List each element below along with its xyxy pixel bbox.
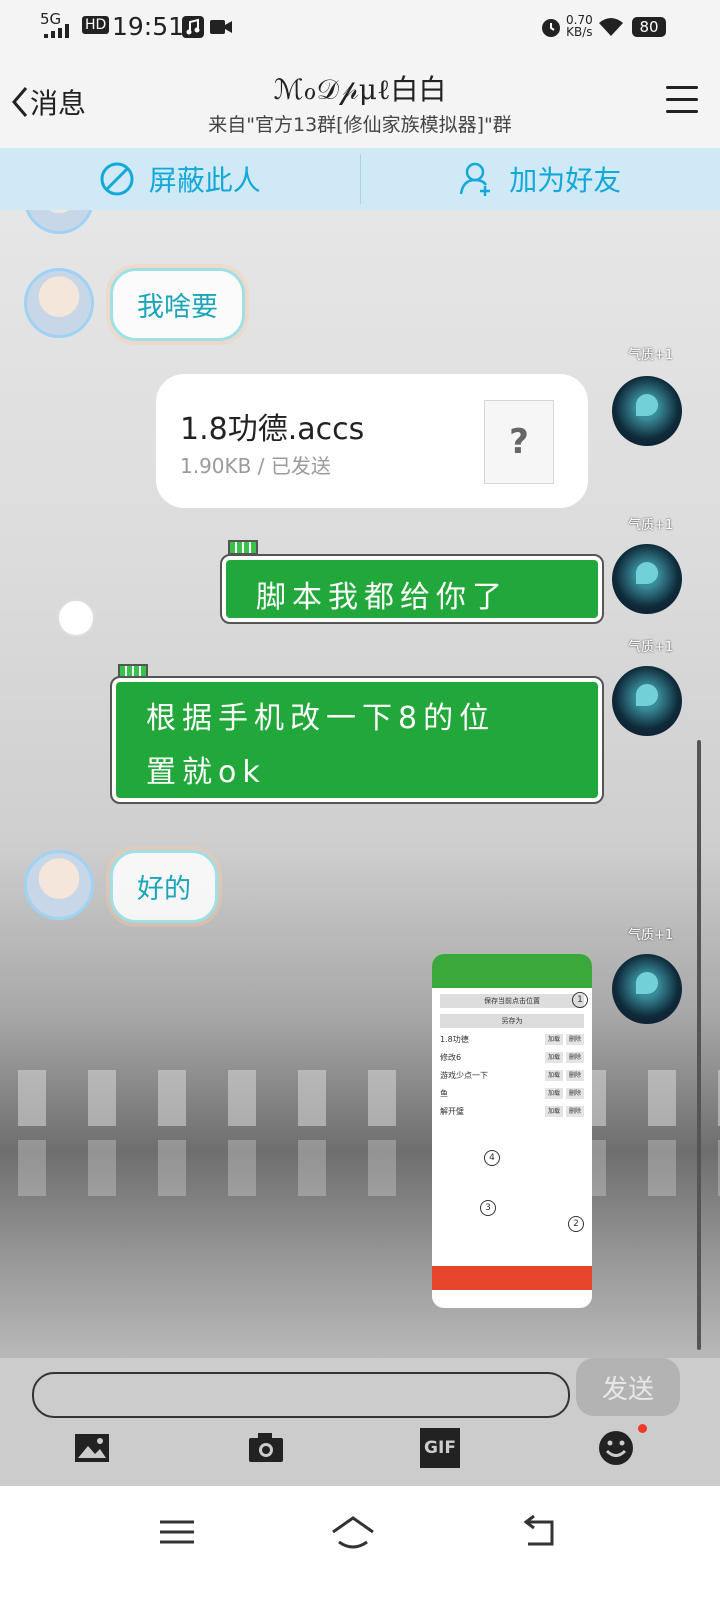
background-railing bbox=[0, 1140, 720, 1196]
thumb-row-delete: 删除 bbox=[566, 1033, 584, 1045]
back-nav-icon[interactable] bbox=[516, 1512, 562, 1552]
file-type-icon: ? bbox=[484, 400, 554, 484]
my-avatar[interactable] bbox=[612, 666, 682, 736]
battery-decoration-icon bbox=[228, 540, 258, 555]
badge-text: 气质+1 bbox=[628, 518, 674, 533]
message-text-line: 根据手机改一下8的位 bbox=[146, 701, 496, 736]
thumb-target-marker: 3 bbox=[480, 1200, 496, 1216]
thumb-row-load: 加载 bbox=[545, 1033, 563, 1045]
thumb-row-name: 鱼 bbox=[440, 1088, 448, 1098]
hd-badge: HD bbox=[82, 16, 110, 34]
message-bubble[interactable]: 好的 bbox=[110, 850, 218, 923]
sender-avatar[interactable] bbox=[24, 268, 94, 338]
send-button[interactable]: 发送 bbox=[576, 1358, 680, 1416]
alarm-icon bbox=[542, 19, 560, 37]
thumb-row-name: 解开璧 bbox=[440, 1106, 464, 1116]
message-input[interactable] bbox=[32, 1372, 570, 1418]
badge-text: 气质+1 bbox=[628, 928, 674, 943]
clock: 19:51 bbox=[112, 12, 185, 41]
image-message[interactable]: 保存当前点击位置 另存为 1.8功德 加载 删除 修改6 加载 删除 游戏少点一下 加载删… bbox=[432, 954, 592, 1308]
thumb-footer-banner bbox=[432, 1266, 592, 1290]
message-bubble[interactable]: 根据手机改一下8的位 置就ok bbox=[110, 676, 604, 804]
my-avatar[interactable] bbox=[612, 376, 682, 446]
message-text: 脚本我都给你了 bbox=[256, 580, 508, 615]
recents-icon[interactable] bbox=[154, 1512, 200, 1552]
thumb-script-row: 游戏少点一下 加载 删除 bbox=[440, 1068, 584, 1082]
message-bubble[interactable]: 我啥要 bbox=[110, 268, 245, 341]
chat-header: 消息 ℳℴ𝒟𝓅μℓ白白 来自"官方13群[修仙家族模拟器]"群 bbox=[0, 56, 720, 148]
my-avatar[interactable] bbox=[612, 954, 682, 1024]
badge-text: 气质+1 bbox=[628, 348, 674, 363]
thumb-row-delete: 删除 bbox=[566, 1105, 584, 1117]
thumb-row-name: 1.8功德 bbox=[440, 1034, 469, 1044]
thumb-target-marker: 4 bbox=[484, 1150, 500, 1166]
add-friend-label: 加为好友 bbox=[509, 164, 622, 197]
thumb-row-delete: 删除 bbox=[566, 1087, 584, 1099]
system-navigation-bar bbox=[0, 1486, 720, 1600]
net-speed-unit: KB/s bbox=[566, 25, 593, 39]
status-bar: 5G HD 19:51 0.70 KB/s 80 bbox=[0, 0, 720, 56]
thumb-row-name: 修改6 bbox=[440, 1052, 462, 1062]
add-person-icon bbox=[459, 162, 491, 196]
message-bubble[interactable]: 脚本我都给你了 bbox=[220, 554, 604, 624]
thumb-script-row: 修改6 加载 删除 bbox=[440, 1050, 584, 1064]
thumb-save-position-button: 保存当前点击位置 bbox=[440, 994, 584, 1008]
file-name: 1.8功德.accs bbox=[180, 412, 365, 447]
chat-scrollbar[interactable] bbox=[697, 740, 701, 1350]
my-avatar[interactable] bbox=[612, 544, 682, 614]
message-text: 好的 bbox=[137, 874, 191, 905]
thumb-target-marker: 2 bbox=[568, 1216, 584, 1232]
camera-icon[interactable] bbox=[246, 1428, 286, 1468]
thumb-row-load: 加载 bbox=[545, 1087, 563, 1099]
thumb-row-name: 游戏少点一下 bbox=[440, 1070, 488, 1080]
block-icon bbox=[100, 162, 134, 196]
sender-avatar[interactable] bbox=[24, 210, 94, 234]
gif-icon[interactable]: GIF bbox=[420, 1428, 460, 1468]
badge-text: 气质+1 bbox=[628, 640, 674, 655]
wifi-icon bbox=[599, 18, 623, 36]
chat-title[interactable]: ℳℴ𝒟𝓅μℓ白白 bbox=[0, 68, 720, 108]
add-friend-button[interactable]: 加为好友 bbox=[361, 148, 720, 210]
thumb-row-load: 加载 bbox=[545, 1069, 563, 1081]
floating-assistive-ball[interactable] bbox=[57, 599, 95, 637]
file-message[interactable]: 1.8功德.accs 1.90KB / 已发送 ? bbox=[156, 374, 588, 508]
thumb-save-as-button: 另存为 bbox=[440, 1014, 584, 1028]
battery-indicator: 80 bbox=[632, 17, 666, 37]
battery-decoration-icon bbox=[118, 664, 148, 679]
emoji-icon[interactable] bbox=[596, 1428, 636, 1468]
video-icon bbox=[210, 20, 232, 34]
home-icon[interactable] bbox=[330, 1512, 376, 1552]
chat-subtitle: 来自"官方13群[修仙家族模拟器]"群 bbox=[208, 114, 512, 136]
sender-avatar[interactable] bbox=[24, 850, 94, 920]
menu-button[interactable] bbox=[666, 86, 698, 114]
thumb-script-row: 1.8功德 加载 删除 bbox=[440, 1032, 584, 1046]
block-user-button[interactable]: 屏蔽此人 bbox=[0, 148, 360, 210]
stranger-action-bar: 屏蔽此人 加为好友 bbox=[0, 148, 720, 211]
thumb-script-row: 解开璧 加载 删除 bbox=[440, 1104, 584, 1118]
image-icon[interactable] bbox=[72, 1428, 112, 1468]
notification-dot bbox=[638, 1424, 647, 1433]
thumb-row-delete: 删除 bbox=[566, 1051, 584, 1063]
thumb-script-row: 鱼 加载 删除 bbox=[440, 1086, 584, 1100]
music-icon bbox=[182, 16, 204, 38]
thumb-target-marker: 1 bbox=[572, 992, 588, 1008]
file-meta: 1.90KB / 已发送 bbox=[180, 454, 331, 478]
signal-icon bbox=[44, 24, 69, 38]
thumb-row-load: 加载 bbox=[545, 1105, 563, 1117]
background-railing bbox=[0, 1070, 720, 1126]
thumb-row-delete: 删除 bbox=[566, 1069, 584, 1081]
input-bar: 发送 GIF bbox=[0, 1358, 720, 1486]
message-text-line: 置就ok bbox=[146, 755, 266, 790]
thumbnail-header bbox=[432, 954, 592, 988]
message-text: 我啥要 bbox=[137, 292, 218, 323]
thumb-row-load: 加载 bbox=[545, 1051, 563, 1063]
block-user-label: 屏蔽此人 bbox=[148, 164, 261, 197]
net-speed: 0.70 KB/s bbox=[566, 14, 593, 38]
chat-message-list[interactable]: 我啥要 1.8功德.accs 1.90KB / 已发送 ? 气质+1 脚本我都给… bbox=[0, 210, 720, 1358]
